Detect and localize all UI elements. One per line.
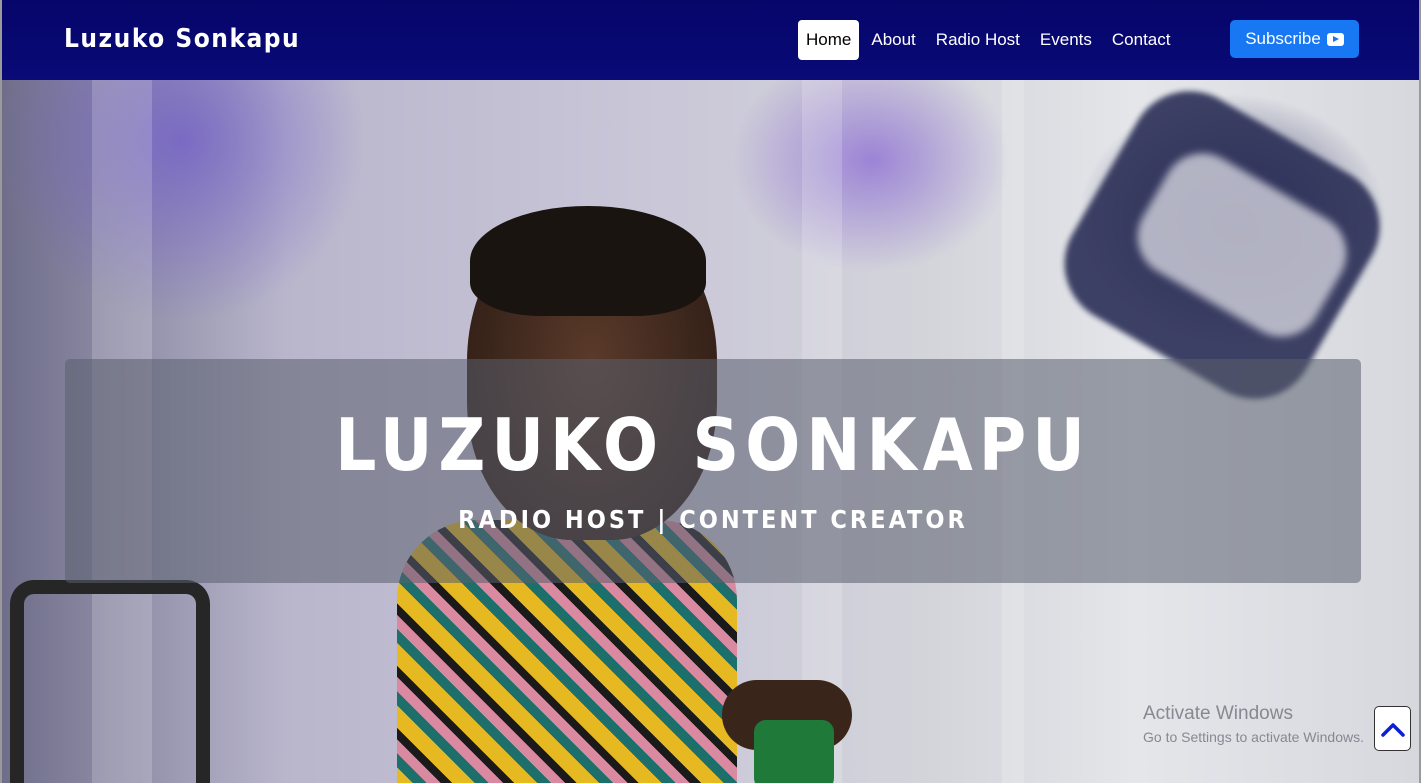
can-shape [754, 720, 834, 783]
wheelchair-shape [10, 580, 210, 783]
nav-item-contact[interactable]: Contact [1104, 20, 1179, 60]
nav-item-about[interactable]: About [863, 20, 923, 60]
nav-links: Home About Radio Host Events Contact [798, 20, 1182, 60]
scroll-to-top-button[interactable] [1374, 706, 1411, 751]
subscribe-label: Subscribe [1245, 29, 1321, 48]
watermark-subtitle: Go to Settings to activate Windows. [1143, 729, 1364, 745]
nav-item-radio-host[interactable]: Radio Host [928, 20, 1028, 60]
nav-item-home[interactable]: Home [798, 20, 860, 60]
youtube-icon [1326, 32, 1344, 46]
chevron-up-icon [1380, 722, 1405, 737]
activate-windows-watermark: Activate Windows Go to Settings to activ… [1143, 703, 1364, 745]
person-hair-shape [470, 206, 706, 316]
hero-title: LUZUKO SONKAPU [335, 403, 1091, 487]
navbar: Luzuko Sonkapu Home About Radio Host Eve… [2, 0, 1419, 80]
page-frame: Luzuko Sonkapu Home About Radio Host Eve… [0, 0, 1421, 783]
hero-subtitle: RADIO HOST | CONTENT CREATOR [458, 505, 968, 534]
hero-overlay: LUZUKO SONKAPU RADIO HOST | CONTENT CREA… [65, 359, 1361, 583]
subscribe-button[interactable]: Subscribe [1230, 20, 1359, 58]
nav-item-events[interactable]: Events [1032, 20, 1100, 60]
brand-logo[interactable]: Luzuko Sonkapu [64, 24, 300, 54]
watermark-title: Activate Windows [1143, 703, 1293, 724]
